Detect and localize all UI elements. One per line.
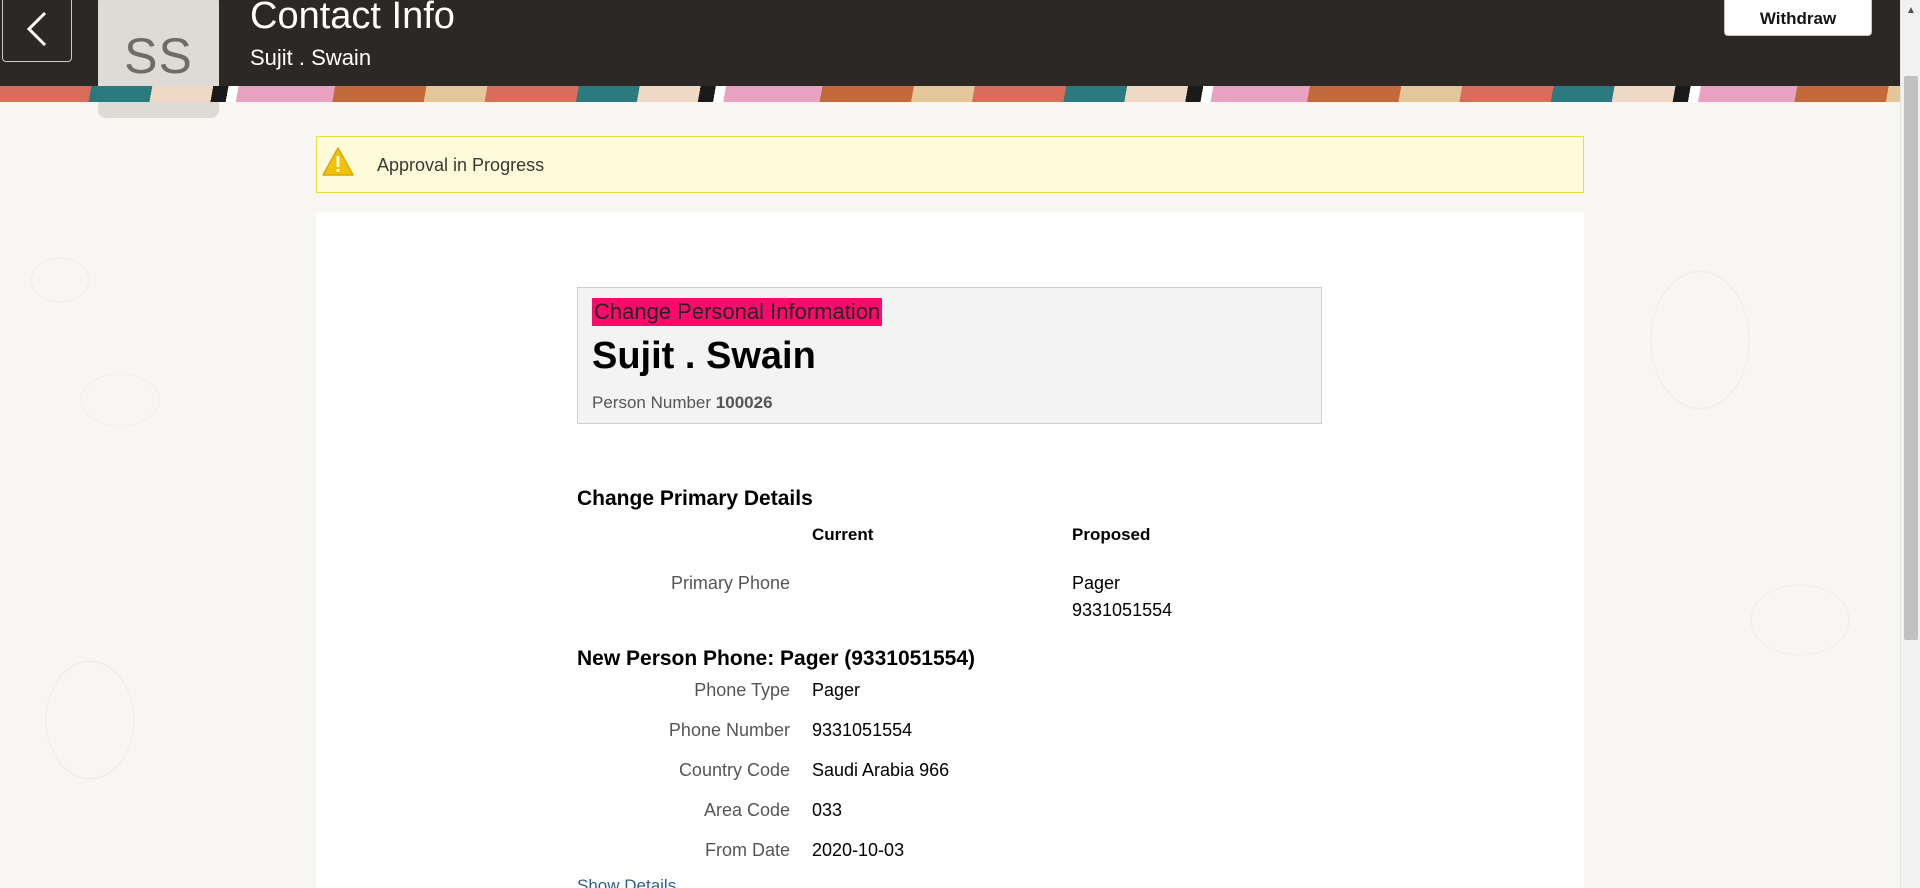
row-label-primary-phone: Primary Phone xyxy=(670,573,790,593)
section-title-primary-details: Change Primary Details xyxy=(577,487,813,510)
back-button[interactable] xyxy=(2,0,72,62)
summary-box: Change Personal Information Sujit . Swai… xyxy=(577,287,1322,424)
field-label-area-code: Area Code xyxy=(703,800,790,820)
alert-text: Approval in Progress xyxy=(377,155,545,175)
person-number-label: Person Number xyxy=(592,393,712,412)
summary-person-name: Sujit . Swain xyxy=(592,335,816,377)
approval-alert: Approval in Progress xyxy=(316,136,1584,193)
page-title: Contact Info xyxy=(250,0,455,37)
column-header-proposed: Proposed xyxy=(1072,525,1151,544)
field-value-country-code: Saudi Arabia 966 xyxy=(812,760,950,780)
withdraw-button[interactable]: Withdraw xyxy=(1724,0,1872,36)
section-title-new-phone: New Person Phone: Pager (9331051554) xyxy=(577,647,976,670)
field-label-from-date: From Date xyxy=(704,840,790,860)
field-value-area-code: 033 xyxy=(812,800,843,820)
page-subtitle: Sujit . Swain xyxy=(250,45,372,70)
scroll-up-arrow-icon[interactable]: ▲ xyxy=(1901,2,1920,18)
show-details-link[interactable]: Show Details xyxy=(577,876,676,888)
proposed-phone-type: Pager xyxy=(1072,573,1121,593)
vertical-scrollbar[interactable]: ▲ xyxy=(1900,0,1920,888)
column-header-current: Current xyxy=(812,525,874,544)
field-value-from-date: 2020-10-03 xyxy=(812,840,905,860)
field-value-phone-number: 9331051554 xyxy=(812,720,913,740)
field-label-phone-type: Phone Type xyxy=(694,680,790,700)
summary-heading: Change Personal Information xyxy=(592,298,883,326)
chevron-left-icon xyxy=(26,11,47,47)
page-header: SS Contact Info Sujit . Swain Withdraw xyxy=(0,0,1900,118)
field-value-phone-type: Pager xyxy=(812,680,861,700)
field-label-country-code: Country Code xyxy=(678,760,790,780)
field-label-phone-number: Phone Number xyxy=(668,720,790,740)
person-number-value: 100026 xyxy=(715,393,773,412)
person-number: Person Number 100026 xyxy=(592,393,773,413)
proposed-phone-number: 9331051554 xyxy=(1072,600,1173,620)
warning-icon xyxy=(322,147,354,176)
row-proposed-primary-phone: Pager 9331051554 xyxy=(1072,570,1172,624)
decorative-banner xyxy=(0,86,1900,102)
scrollbar-thumb[interactable] xyxy=(1904,76,1918,640)
